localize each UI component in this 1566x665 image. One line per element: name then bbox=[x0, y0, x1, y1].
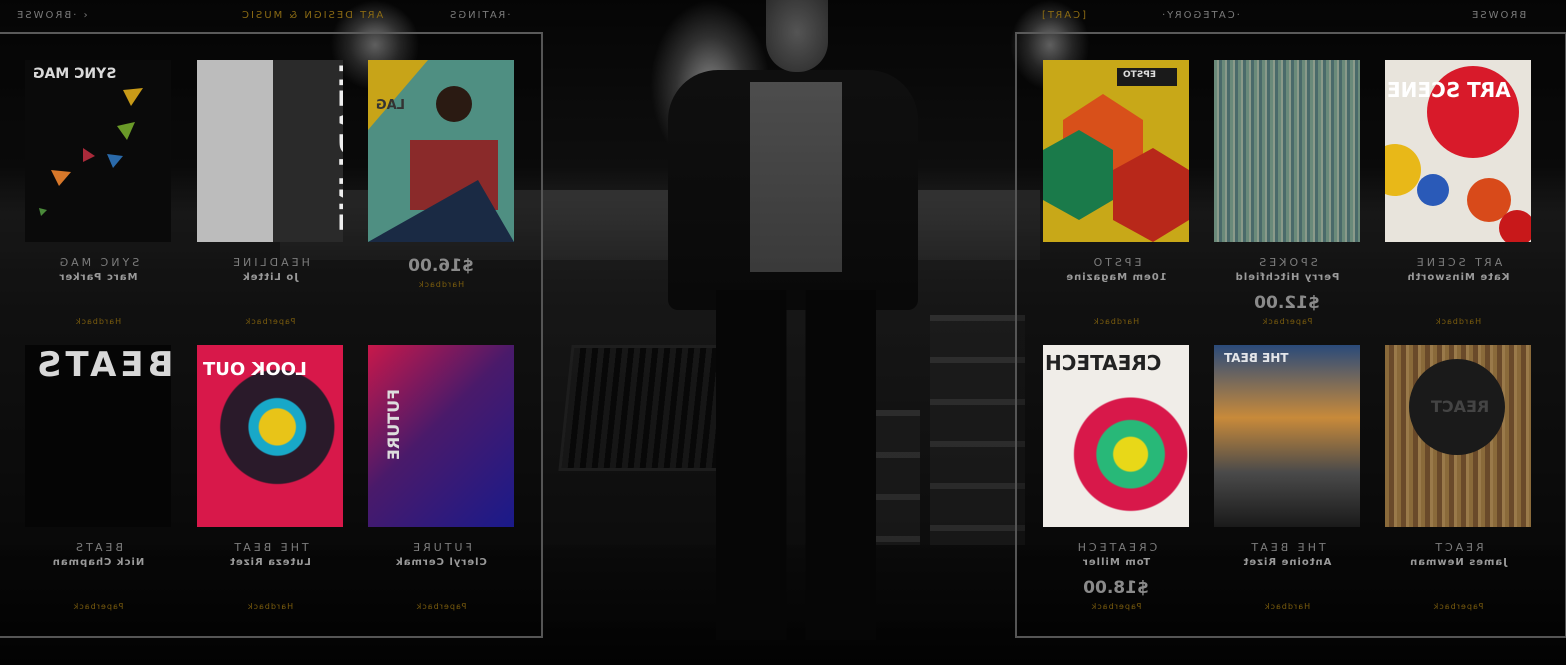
book-author: Nick Chapman bbox=[51, 557, 145, 568]
book-title: CREATECH bbox=[1074, 541, 1158, 554]
nav-category[interactable]: · CATEGORY · bbox=[1160, 10, 1240, 28]
book-author: Luteza Rizet bbox=[229, 557, 311, 568]
cover-title: BEATS bbox=[33, 345, 171, 385]
book-card[interactable]: FUTURE FUTURE Cleryl Cermak Paperback bbox=[368, 345, 514, 611]
book-format: Paperback bbox=[1432, 602, 1484, 611]
cover-title: LOOK OUT bbox=[203, 359, 307, 380]
book-card[interactable]: EPSTO EPSTO 10em Magazine Hardback bbox=[1043, 60, 1189, 326]
cover-title: ART SCENE bbox=[1387, 78, 1511, 102]
book-cover[interactable]: REACT bbox=[1385, 345, 1531, 527]
book-price bbox=[1385, 578, 1531, 600]
book-cover[interactable]: SYNC MAG bbox=[25, 60, 171, 242]
book-format: Hardback bbox=[74, 317, 122, 326]
book-cover[interactable]: ART SCENE bbox=[1385, 60, 1531, 242]
book-price bbox=[1385, 293, 1531, 315]
book-author: Cleryl Cermak bbox=[395, 557, 487, 568]
cover-art bbox=[1409, 359, 1505, 455]
book-author: Jo Littek bbox=[242, 272, 298, 283]
book-card[interactable]: SYNC MAG SYNC MAG Marc Parker Hardback bbox=[25, 60, 171, 326]
book-cover[interactable]: FUTURE bbox=[368, 345, 514, 527]
book-author: Perry Hitchfield bbox=[1234, 272, 1340, 283]
book-title: THE BEAT bbox=[1248, 541, 1326, 554]
book-format: Hardback bbox=[1434, 317, 1482, 326]
cover-title: LAG bbox=[376, 98, 406, 113]
book-card[interactable]: CREATECH CREATECH Tom Miller $18.00 Pape… bbox=[1043, 345, 1189, 611]
book-price bbox=[197, 578, 343, 600]
book-format: Hardback bbox=[417, 280, 465, 289]
book-cover[interactable]: LAG bbox=[368, 60, 514, 242]
book-cover[interactable]: BEATS bbox=[25, 345, 171, 527]
book-title: EPSTO bbox=[1090, 256, 1142, 269]
cover-title: REACT bbox=[1431, 397, 1490, 416]
book-format: Hardback bbox=[1092, 317, 1140, 326]
book-cover[interactable] bbox=[1214, 60, 1360, 242]
book-format: Paperback bbox=[244, 317, 296, 326]
cover-art bbox=[1043, 68, 1189, 242]
book-author: James Newman bbox=[1409, 557, 1507, 568]
book-title: SYNC MAG bbox=[56, 256, 140, 269]
book-card[interactable]: LOOK OUT THE BEAT Luteza Rizet Hardback bbox=[197, 345, 343, 611]
book-cover[interactable]: CREATECH bbox=[1043, 345, 1189, 527]
cover-title: CREATECH bbox=[1045, 351, 1162, 375]
book-price bbox=[25, 293, 171, 315]
book-price bbox=[197, 293, 343, 315]
nav-cart[interactable]: [ CART ] bbox=[1040, 10, 1086, 28]
book-title: HEADLINE bbox=[230, 256, 310, 269]
book-card[interactable]: LAG $16.00 Hardback bbox=[368, 60, 514, 289]
cover-title: HEADLINE bbox=[334, 62, 343, 233]
cover-title: THE BEAT bbox=[1224, 351, 1289, 365]
cover-title: FUTURE bbox=[384, 388, 404, 461]
book-author: Antoine Rizet bbox=[1242, 557, 1332, 568]
book-title: ART SCENE bbox=[1413, 256, 1503, 269]
book-title: REACT bbox=[1432, 541, 1484, 554]
book-card[interactable]: HEADLINE HEADLINE Jo Littek Paperback bbox=[197, 60, 343, 326]
book-title: SPOKES bbox=[1256, 256, 1318, 269]
book-title: THE BEAT bbox=[231, 541, 309, 554]
book-author: 10em Magazine bbox=[1065, 272, 1167, 283]
book-card[interactable]: BEATS BEATS Nick Chapman Paperback bbox=[25, 345, 171, 611]
book-author: Tom Miller bbox=[1081, 557, 1151, 568]
nav-ratings[interactable]: · RATINGS bbox=[448, 10, 510, 28]
book-price: $16.00 bbox=[408, 256, 474, 276]
book-card[interactable]: SPOKES Perry Hitchfield $12.00 Paperback bbox=[1214, 60, 1360, 326]
book-cover[interactable]: LOOK OUT bbox=[197, 345, 343, 527]
book-format: Paperback bbox=[415, 602, 467, 611]
book-cover[interactable]: HEADLINE bbox=[197, 60, 343, 242]
book-cover[interactable]: THE BEAT bbox=[1214, 345, 1360, 527]
book-price bbox=[1043, 293, 1189, 315]
book-card[interactable]: THE BEAT THE BEAT Antoine Rizet Hardback bbox=[1214, 345, 1360, 611]
book-author: Kate Minsworth bbox=[1406, 272, 1510, 283]
book-title: BEATS bbox=[73, 541, 123, 554]
book-format: Paperback bbox=[72, 602, 124, 611]
book-price bbox=[368, 578, 514, 600]
nav-section-title[interactable]: ART DESIGN & MUSIC bbox=[240, 10, 383, 28]
book-price bbox=[1214, 578, 1360, 600]
nav-browse-left[interactable]: ‹ · BROWSE bbox=[15, 10, 88, 28]
book-author: Marc Parker bbox=[58, 272, 138, 283]
book-cover[interactable]: EPSTO bbox=[1043, 60, 1189, 242]
nav-browse-right[interactable]: BROWSE bbox=[1470, 10, 1526, 28]
book-format: Hardback bbox=[1263, 602, 1311, 611]
book-price bbox=[25, 578, 171, 600]
book-format: Paperback bbox=[1090, 602, 1142, 611]
book-card[interactable]: ART SCENE ART SCENE Kate Minsworth Hardb… bbox=[1385, 60, 1531, 326]
book-format: Paperback bbox=[1261, 317, 1313, 326]
triangle-pattern bbox=[39, 88, 143, 216]
cover-art bbox=[368, 60, 514, 242]
book-title: FUTURE bbox=[410, 541, 472, 554]
cover-title: EPSTO bbox=[1123, 70, 1157, 80]
book-card[interactable]: REACT REACT James Newman Paperback bbox=[1385, 345, 1531, 611]
book-price: $12.00 bbox=[1254, 293, 1320, 313]
book-format: Hardback bbox=[246, 602, 294, 611]
book-price: $18.00 bbox=[1083, 578, 1149, 598]
